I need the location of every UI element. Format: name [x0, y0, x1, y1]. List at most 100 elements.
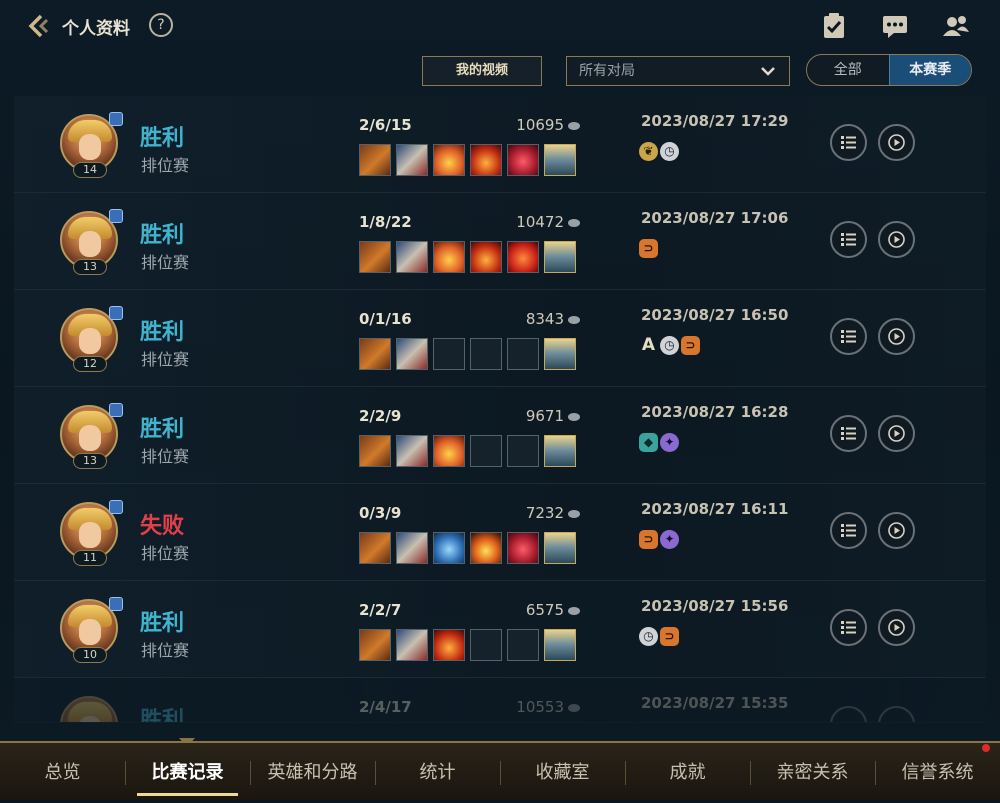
item-slots	[359, 144, 576, 176]
match-result: 胜利	[140, 320, 185, 345]
seg-this-season[interactable]: 本赛季	[888, 55, 971, 85]
play-icon	[888, 522, 905, 539]
match-row[interactable]: 12 胜利 排位赛 0/1/16 8343 2023/08/27 16:50 A…	[14, 290, 986, 387]
match-mode: 排位赛	[141, 253, 190, 272]
details-button[interactable]	[830, 318, 867, 355]
tab-overview[interactable]: 总览	[0, 743, 125, 800]
coin-icon	[568, 218, 580, 227]
replay-button[interactable]	[878, 415, 915, 452]
item-icon[interactable]	[359, 144, 391, 176]
item-icon[interactable]	[544, 435, 576, 467]
play-icon	[888, 231, 905, 248]
replay-button[interactable]	[878, 221, 915, 258]
details-button[interactable]	[830, 124, 867, 161]
item-slots	[359, 338, 576, 370]
laurel-badge-icon: ❦	[639, 142, 658, 161]
kda: 2/2/9	[359, 407, 402, 425]
coin-icon	[568, 315, 580, 324]
notification-dot	[982, 744, 990, 752]
match-row[interactable]: 13 胜利 排位赛 1/8/22 10472 2023/08/27 17:06 …	[14, 193, 986, 290]
friends-icon[interactable]	[940, 10, 972, 42]
replay-button[interactable]	[878, 609, 915, 646]
orange-badge-icon: ⊃	[681, 336, 700, 355]
tab-relationships[interactable]: 亲密关系	[750, 743, 875, 800]
details-button[interactable]	[830, 706, 867, 722]
item-icon[interactable]	[433, 241, 465, 273]
item-icon[interactable]	[359, 629, 391, 661]
tab-credit-system[interactable]: 信誉系统	[875, 743, 1000, 800]
hero-level: 12	[73, 356, 107, 372]
details-button[interactable]	[830, 221, 867, 258]
match-filter-select[interactable]: 所有对局	[566, 56, 790, 86]
match-date: 2023/08/27 16:28	[641, 403, 789, 421]
match-row[interactable]: 13 胜利 排位赛 2/2/9 9671 2023/08/27 16:28 ◆ …	[14, 387, 986, 484]
match-row[interactable]: 胜利 2/4/17 10553 2023/08/27 15:35	[14, 678, 986, 723]
item-icon[interactable]	[396, 629, 428, 661]
replay-button[interactable]	[878, 124, 915, 161]
item-icon[interactable]	[396, 338, 428, 370]
hero-level: 10	[73, 647, 107, 663]
match-row[interactable]: 11 失败 排位赛 0/3/9 7232 2023/08/27 16:11 ⊃ …	[14, 484, 986, 581]
match-row[interactable]: 10 胜利 排位赛 2/2/7 6575 2023/08/27 15:56 ◷ …	[14, 581, 986, 678]
details-button[interactable]	[830, 415, 867, 452]
details-button[interactable]	[830, 512, 867, 549]
tab-heroes-lanes[interactable]: 英雄和分路	[250, 743, 375, 800]
item-icon[interactable]	[544, 532, 576, 564]
item-icon[interactable]	[507, 241, 539, 273]
item-icon[interactable]	[470, 532, 502, 564]
gold-amount: 6575	[484, 601, 580, 619]
tab-collection[interactable]: 收藏室	[500, 743, 625, 800]
task-checklist-icon[interactable]	[818, 10, 850, 42]
back-button[interactable]	[24, 11, 54, 41]
rank-icon	[109, 403, 123, 417]
orange-badge-icon: ⊃	[660, 627, 679, 646]
item-icon[interactable]	[433, 629, 465, 661]
item-icon[interactable]	[470, 241, 502, 273]
item-icon[interactable]	[359, 532, 391, 564]
hero-avatar[interactable]	[60, 696, 118, 722]
replay-button[interactable]	[878, 706, 915, 722]
item-icon[interactable]	[396, 435, 428, 467]
replay-button[interactable]	[878, 512, 915, 549]
my-videos-button[interactable]: 我的视频	[422, 56, 542, 86]
item-icon[interactable]	[544, 144, 576, 176]
tab-match-history[interactable]: 比赛记录	[125, 743, 250, 800]
item-icon[interactable]	[507, 532, 539, 564]
item-icon[interactable]	[544, 241, 576, 273]
play-icon	[888, 328, 905, 345]
item-icon[interactable]	[433, 435, 465, 467]
tab-stats[interactable]: 统计	[375, 743, 500, 800]
item-icon[interactable]	[470, 144, 502, 176]
kda: 2/4/17	[359, 698, 412, 716]
details-button[interactable]	[830, 609, 867, 646]
match-row[interactable]: 14 胜利 排位赛 2/6/15 10695 2023/08/27 17:29 …	[14, 96, 986, 193]
item-icon[interactable]	[396, 532, 428, 564]
item-icon[interactable]	[396, 241, 428, 273]
orange-badge-icon: ⊃	[639, 239, 658, 258]
chat-icon[interactable]	[879, 10, 911, 42]
help-icon[interactable]: ?	[149, 13, 173, 37]
coin-icon	[568, 606, 580, 615]
match-date: 2023/08/27 15:35	[641, 694, 789, 712]
replay-button[interactable]	[878, 318, 915, 355]
shield-badge-icon: ◆	[639, 433, 658, 452]
item-icon[interactable]	[396, 144, 428, 176]
match-date: 2023/08/27 16:11	[641, 500, 789, 518]
item-icon[interactable]	[433, 144, 465, 176]
item-slots	[359, 241, 576, 273]
match-date: 2023/08/27 17:29	[641, 112, 789, 130]
seg-all[interactable]: 全部	[807, 55, 889, 85]
item-icon[interactable]	[544, 338, 576, 370]
tab-achievements[interactable]: 成就	[625, 743, 750, 800]
clock-badge-icon: ◷	[639, 627, 658, 646]
item-icon[interactable]	[507, 144, 539, 176]
back-arrow-icon	[28, 14, 49, 38]
gold-amount: 9671	[484, 407, 580, 425]
match-result: 胜利	[140, 708, 185, 723]
item-icon[interactable]	[544, 629, 576, 661]
item-icon[interactable]	[359, 435, 391, 467]
item-icon[interactable]	[359, 241, 391, 273]
item-icon[interactable]	[359, 338, 391, 370]
item-icon[interactable]	[433, 532, 465, 564]
coin-icon	[568, 509, 580, 518]
